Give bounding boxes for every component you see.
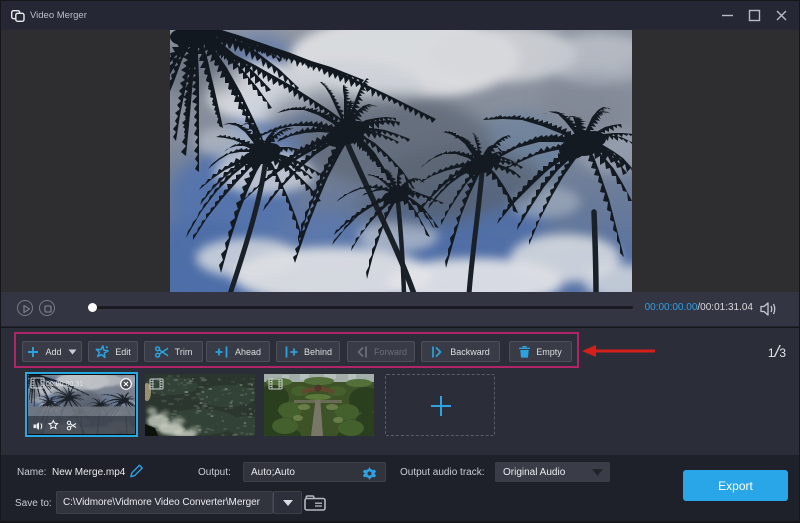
svg-text:00:00:00:31: 00:00:00:31	[46, 381, 83, 388]
